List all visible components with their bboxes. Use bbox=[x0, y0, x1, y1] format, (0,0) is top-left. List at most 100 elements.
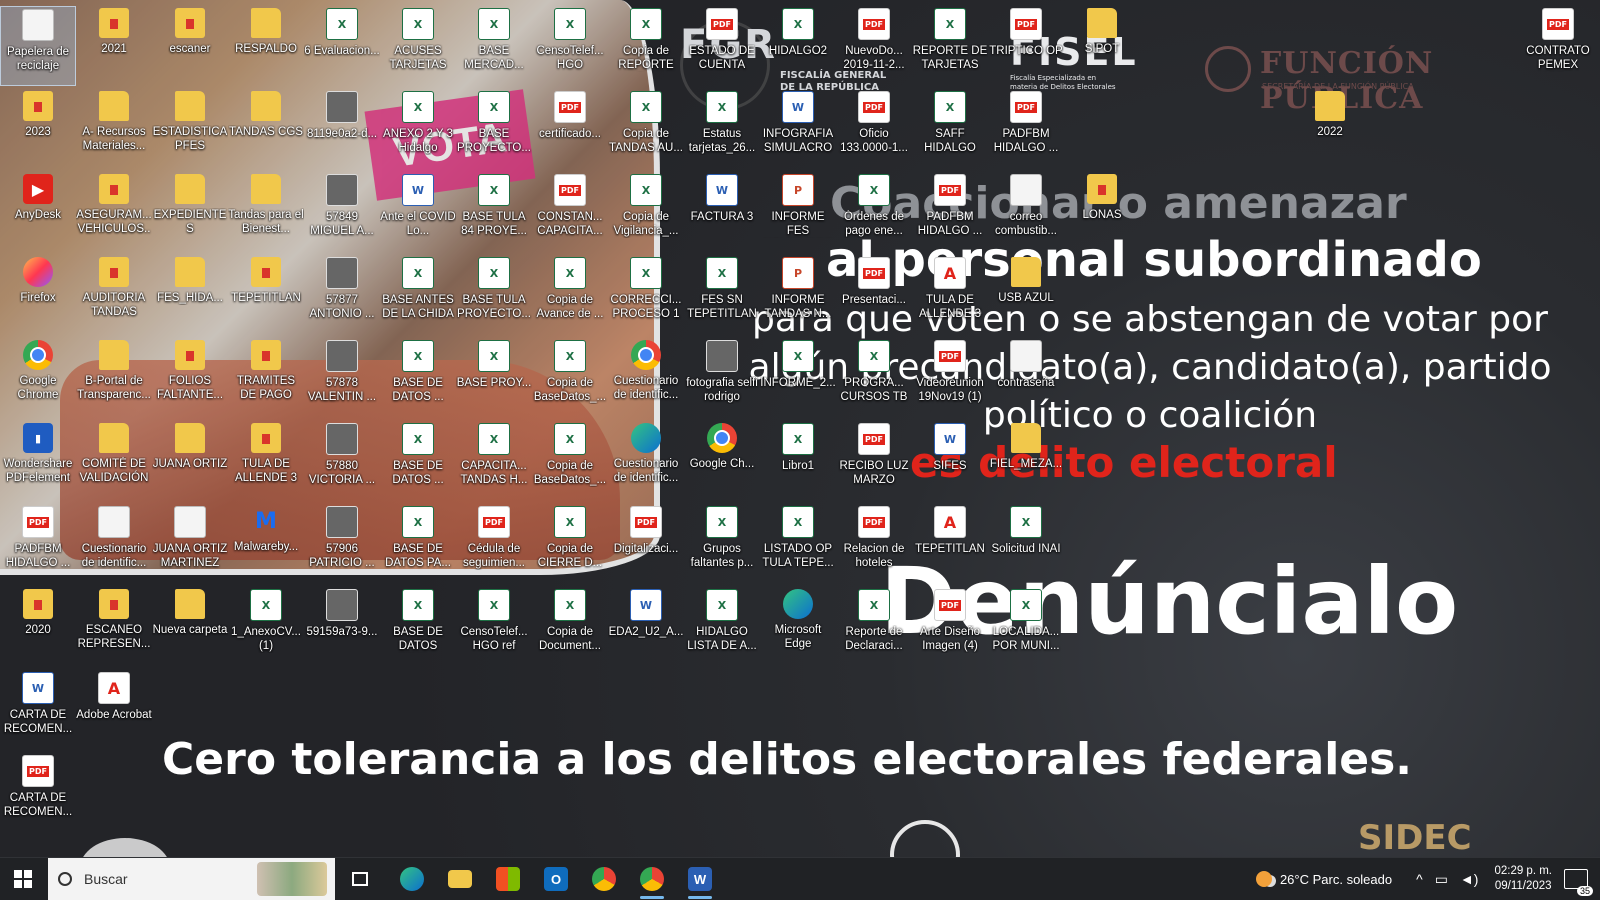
desktop-icon[interactable]: W Ante el COVID Lo... bbox=[380, 172, 456, 252]
desktop-icon[interactable]: A TULA DE ALLENDE 3 bbox=[912, 255, 988, 335]
volume-icon[interactable]: ◄) bbox=[1460, 871, 1479, 887]
desktop-icon[interactable]: P INFORME FES NOVIEMBRE bbox=[760, 172, 836, 252]
desktop-icon[interactable]: X INFORME_2... bbox=[760, 338, 836, 418]
desktop-icon[interactable]: PDF TRIPTICO OP bbox=[988, 6, 1064, 86]
taskbar-store-button[interactable] bbox=[484, 858, 532, 900]
desktop-icon[interactable]: X Libro1 bbox=[760, 421, 836, 501]
desktop-icon[interactable]: 57906 PATRICIO ... bbox=[304, 504, 380, 584]
desktop-icon[interactable]: X Copia de CIERRE D... bbox=[532, 504, 608, 584]
task-view-button[interactable] bbox=[340, 858, 380, 900]
desktop-icon[interactable]: PDF certificado... bbox=[532, 89, 608, 169]
desktop-icon[interactable]: FIEL_MEZA... bbox=[988, 421, 1064, 501]
desktop-icon[interactable]: SIPOT bbox=[1064, 6, 1140, 86]
desktop-icon[interactable]: LONAS bbox=[1064, 172, 1140, 252]
start-button[interactable] bbox=[0, 858, 46, 900]
desktop-icon[interactable]: W INFOGRAFIA SIMULACRO bbox=[760, 89, 836, 169]
desktop-icon[interactable]: W EDA2_U2_A... bbox=[608, 587, 684, 667]
desktop-icon[interactable]: 2020 bbox=[0, 587, 76, 667]
desktop-icon[interactable]: PDF CARTA DE RECOMEN... bbox=[0, 753, 76, 833]
desktop-icon[interactable]: Microsoft Edge bbox=[760, 587, 836, 667]
desktop-icon[interactable]: Cuestionario de identific... bbox=[608, 421, 684, 501]
desktop-icon[interactable]: X Copia de REPORTE D... bbox=[608, 6, 684, 86]
desktop-icon[interactable]: W SIFES bbox=[912, 421, 988, 501]
desktop-icon[interactable]: PDF Arte Diseño Imagen (4) bbox=[912, 587, 988, 667]
desktop-icon[interactable]: FOLIOS FALTANTE... bbox=[152, 338, 228, 418]
desktop-icon[interactable]: X LOCALIDA... POR MUNI... bbox=[988, 587, 1064, 667]
taskbar-file-explorer-button[interactable] bbox=[436, 858, 484, 900]
desktop-icon[interactable]: X CensoTelef... HGO bbox=[532, 6, 608, 86]
desktop-icon[interactable]: B-Portal de Transparenc... bbox=[76, 338, 152, 418]
desktop-icon[interactable]: PDF Videoreunion 19Nov19 (1) bbox=[912, 338, 988, 418]
desktop-icon[interactable]: X Copia de Document... bbox=[532, 587, 608, 667]
weather-icon[interactable] bbox=[1255, 871, 1272, 887]
desktop-icon[interactable]: PDF Digitalizaci... bbox=[608, 504, 684, 584]
desktop-icon[interactable]: PDF PADFBM HIDALGO ... bbox=[0, 504, 76, 584]
desktop-icon[interactable]: COMITÉ DE VALIDACIÓN bbox=[76, 421, 152, 501]
desktop-icon[interactable]: ▶ AnyDesk bbox=[0, 172, 76, 252]
desktop-icon[interactable]: FES_HIDA... bbox=[152, 255, 228, 335]
desktop-icon[interactable]: X BASE MERCAD... bbox=[456, 6, 532, 86]
desktop-icon[interactable]: X BASE PROY... bbox=[456, 338, 532, 418]
desktop-icon[interactable]: JUANA ORTIZ MARTINEZ bbox=[152, 504, 228, 584]
desktop-icon[interactable]: X Grupos faltantes p... bbox=[684, 504, 760, 584]
desktop-icon[interactable]: 57849 MIGUEL A... bbox=[304, 172, 380, 252]
desktop-icon[interactable]: X BASE PROYECTO... bbox=[456, 89, 532, 169]
desktop-icon[interactable]: W FACTURA 3 bbox=[684, 172, 760, 252]
desktop-icon[interactable]: X Órdenes de pago ene... bbox=[836, 172, 912, 252]
desktop-icon[interactable]: X BASE TULA 84 PROYE... bbox=[456, 172, 532, 252]
network-icon[interactable]: ▭ bbox=[1435, 871, 1448, 888]
desktop-icon[interactable]: 2023 bbox=[0, 89, 76, 169]
desktop-icon[interactable]: escaner bbox=[152, 6, 228, 86]
taskbar-outlook-button[interactable]: O bbox=[532, 858, 580, 900]
desktop-icon[interactable]: X PROGRA... CURSOS TB bbox=[836, 338, 912, 418]
desktop-icon[interactable]: X Copia de BaseDatos_... bbox=[532, 338, 608, 418]
desktop-icon[interactable]: X CensoTelef... HGO ref bbox=[456, 587, 532, 667]
taskbar-chrome-profile-button[interactable] bbox=[628, 858, 676, 900]
desktop-icon[interactable]: 2022 bbox=[1292, 89, 1368, 169]
desktop-icon[interactable]: X SAFF HIDALGO bbox=[912, 89, 988, 169]
desktop-icon[interactable]: PDF NuevoDo... 2019-11-2... bbox=[836, 6, 912, 86]
desktop-icon[interactable]: TANDAS CGS bbox=[228, 89, 304, 169]
desktop-icon[interactable]: X CAPACITA... TANDAS H... bbox=[456, 421, 532, 501]
desktop-icon[interactable]: 57880 VICTORIA ... bbox=[304, 421, 380, 501]
desktop-icon[interactable]: X BASE DE DATOS REGI... bbox=[380, 587, 456, 667]
desktop-icon[interactable]: X HIDALGO LISTA DE A... bbox=[684, 587, 760, 667]
desktop-icon[interactable]: 59159a73-9... bbox=[304, 587, 380, 667]
desktop-icon[interactable]: JUANA ORTIZ bbox=[152, 421, 228, 501]
desktop-icon[interactable]: correo combustib... bbox=[988, 172, 1064, 252]
chevron-up-icon[interactable]: ^ bbox=[1416, 871, 1423, 887]
desktop-icon[interactable]: X ACUSES TARJETAS bbox=[380, 6, 456, 86]
desktop-icon[interactable]: ESCANEO REPRESEN... bbox=[76, 587, 152, 667]
desktop-icon[interactable]: TULA DE ALLENDE 3 bbox=[228, 421, 304, 501]
desktop-icon[interactable]: EXPEDIENTES bbox=[152, 172, 228, 252]
desktop-icon[interactable]: PDF CONSTAN... CAPACITA... bbox=[532, 172, 608, 252]
desktop-icon[interactable]: X Reporte de Declaraci... bbox=[836, 587, 912, 667]
desktop-icon[interactable]: X FES SN TEPETITLAN bbox=[684, 255, 760, 335]
desktop-icon[interactable]: X HIDALGO2 bbox=[760, 6, 836, 86]
clock[interactable]: 02:29 p. m. 09/11/2023 bbox=[1494, 864, 1552, 894]
weather-text[interactable]: 26°C Parc. soleado bbox=[1280, 872, 1392, 887]
desktop-icon[interactable]: X BASE DE DATOS ... bbox=[380, 338, 456, 418]
desktop-icon[interactable]: 2021 bbox=[76, 6, 152, 86]
taskbar-chrome-button[interactable] bbox=[580, 858, 628, 900]
desktop-icon[interactable]: PDF PADFBM HIDALGO ... bbox=[988, 89, 1064, 169]
desktop-icon[interactable]: RESPALDO bbox=[228, 6, 304, 86]
desktop-icon[interactable]: PDF Cédula de seguimien... bbox=[456, 504, 532, 584]
desktop-icon[interactable]: TEPETITLAN bbox=[228, 255, 304, 335]
desktop-icon[interactable]: X Copia de BaseDatos_... bbox=[532, 421, 608, 501]
desktop-icon[interactable]: X LISTADO OP TULA TEPE... bbox=[760, 504, 836, 584]
desktop-icon[interactable]: X BASE ANTES DE LA CHIDA bbox=[380, 255, 456, 335]
desktop-icon[interactable]: ESTADISTICA PFES bbox=[152, 89, 228, 169]
desktop-icon[interactable]: Google Ch... bbox=[684, 421, 760, 501]
desktop-icon[interactable]: 8119e0a2-d... bbox=[304, 89, 380, 169]
taskbar-word-button[interactable]: W bbox=[676, 858, 724, 900]
desktop-icon[interactable]: Firefox bbox=[0, 255, 76, 335]
desktop-icon[interactable]: fotografia selfi rodrigo bbox=[684, 338, 760, 418]
desktop-icon[interactable]: X BASE TULA PROYECTO... bbox=[456, 255, 532, 335]
desktop-icon[interactable]: Google Chrome bbox=[0, 338, 76, 418]
desktop-icon[interactable]: ASEGURAM... VEHICULOS... bbox=[76, 172, 152, 252]
desktop-icon[interactable]: X Copia de Avance de ... bbox=[532, 255, 608, 335]
desktop-icon[interactable]: X REPORTE DE TARJETAS bbox=[912, 6, 988, 86]
desktop-icon[interactable]: 57877 ANTONIO ... bbox=[304, 255, 380, 335]
desktop-icon[interactable]: W CARTA DE RECOMEN... bbox=[0, 670, 76, 750]
